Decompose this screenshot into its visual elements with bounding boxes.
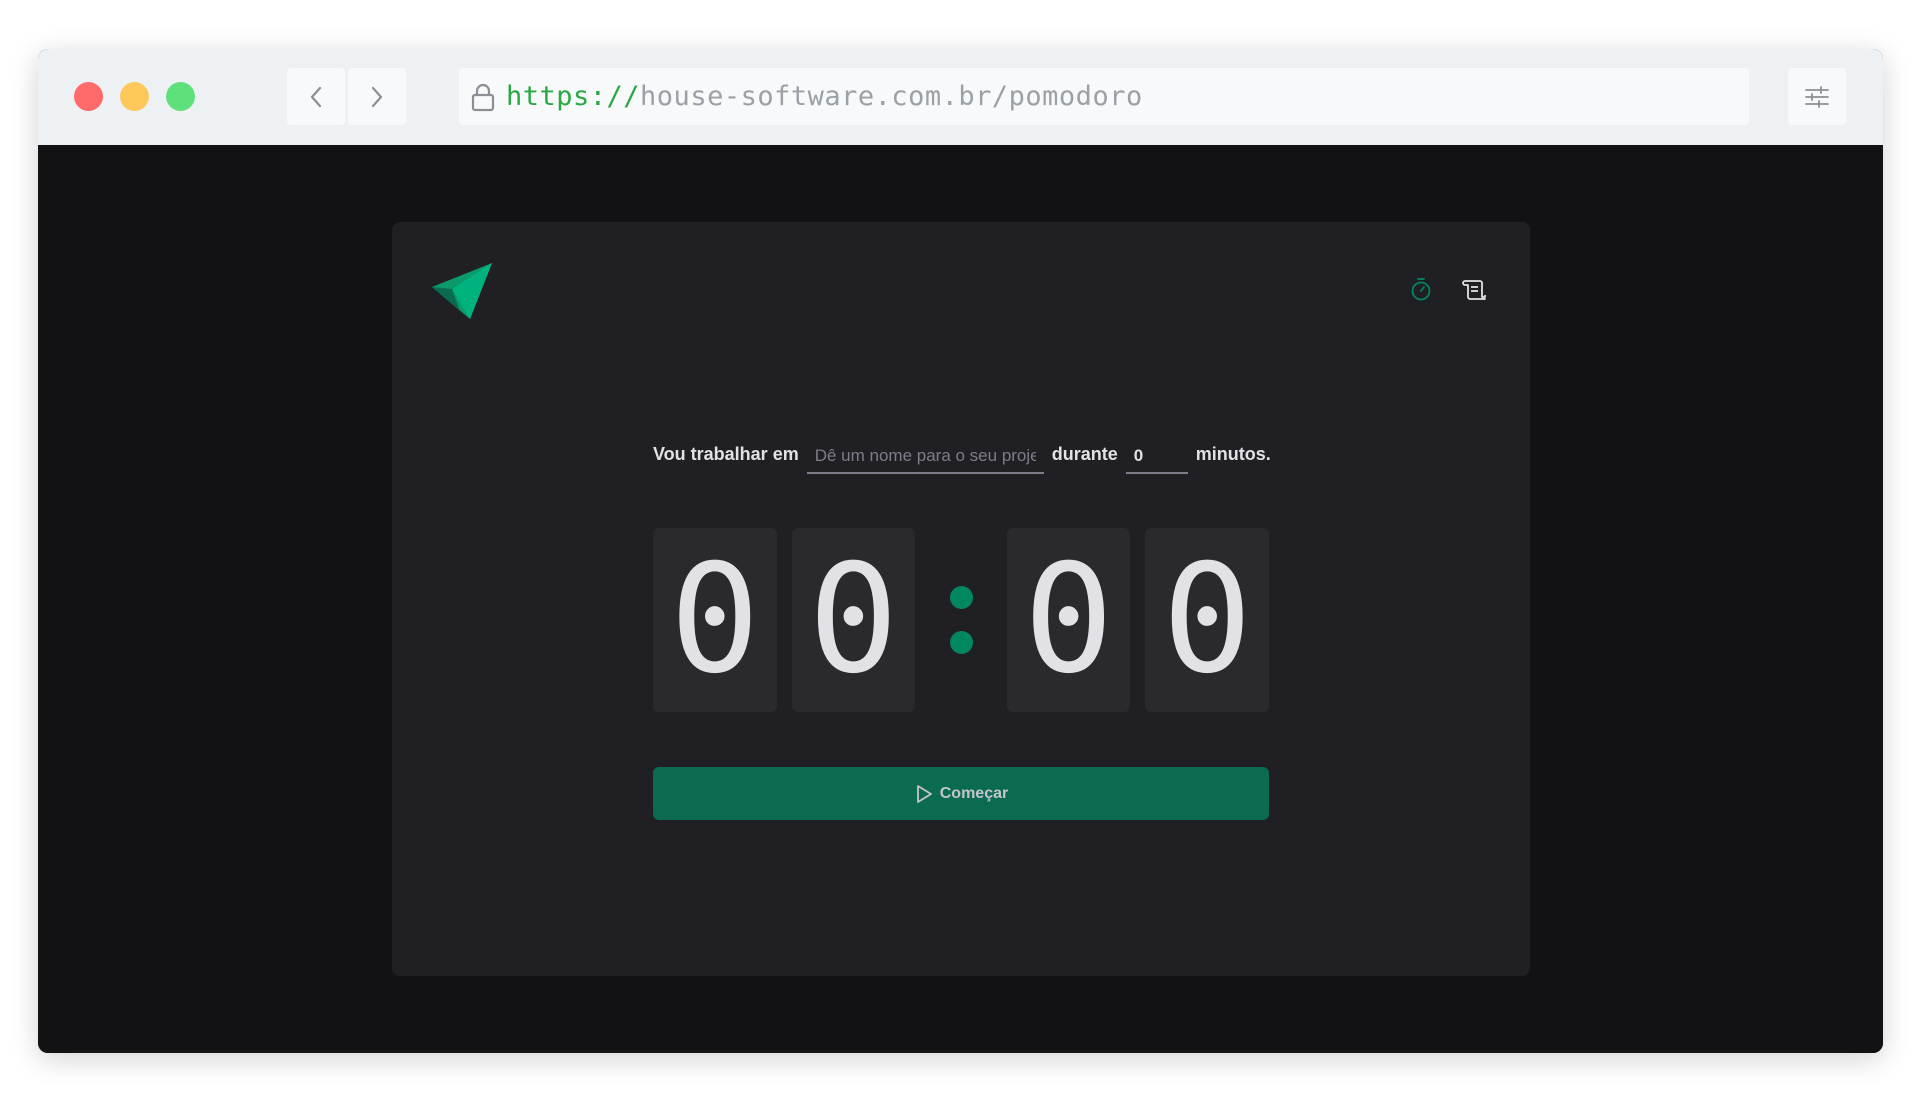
- countdown-separator: [915, 528, 1007, 712]
- timer-icon[interactable]: [1409, 276, 1433, 302]
- browser-toolbar: https://house-software.com.br/pomodoro: [38, 49, 1883, 145]
- scroll-history-icon[interactable]: [1461, 276, 1487, 302]
- browser-window: https://house-software.com.br/pomodoro V…: [38, 49, 1883, 1053]
- forward-button[interactable]: [348, 68, 406, 125]
- address-bar[interactable]: https://house-software.com.br/pomodoro: [459, 68, 1749, 125]
- seconds-ones-digit: 0: [1145, 528, 1269, 712]
- minimize-window-button[interactable]: [120, 82, 149, 111]
- task-form: Vou trabalhar em durante minutos.: [653, 440, 1271, 476]
- browser-settings-button[interactable]: [1788, 68, 1846, 125]
- chevron-right-icon: [371, 86, 383, 107]
- minutes-ones-digit: 0: [791, 528, 916, 712]
- minutes-label: minutos.: [1195, 444, 1271, 464]
- minutes-tens-digit: 0: [653, 528, 777, 712]
- url-scheme: https://: [506, 81, 641, 112]
- duration-label: durante: [1051, 444, 1118, 464]
- minutes-amount-input[interactable]: [1125, 440, 1188, 474]
- task-label: Vou trabalhar em: [653, 444, 799, 464]
- page-viewport: Vou trabalhar em durante minutos. 0 0 0 …: [38, 145, 1883, 1053]
- project-name-input[interactable]: [806, 440, 1044, 474]
- chevron-left-icon: [310, 86, 322, 107]
- sliders-icon: [1805, 85, 1829, 108]
- close-window-button[interactable]: [74, 82, 103, 111]
- url-path: house-software.com.br/pomodoro: [640, 81, 1143, 112]
- back-button[interactable]: [287, 68, 345, 125]
- logo-icon[interactable]: [430, 259, 496, 328]
- start-countdown-button[interactable]: Começar: [653, 767, 1269, 820]
- maximize-window-button[interactable]: [166, 82, 195, 111]
- countdown-display: 0 0 0 0: [653, 528, 1269, 712]
- seconds-tens-digit: 0: [1006, 528, 1131, 712]
- pomodoro-card: Vou trabalhar em durante minutos. 0 0 0 …: [392, 222, 1530, 976]
- start-button-label: Começar: [939, 784, 1009, 802]
- play-icon: [914, 783, 934, 805]
- lock-icon: [470, 82, 496, 112]
